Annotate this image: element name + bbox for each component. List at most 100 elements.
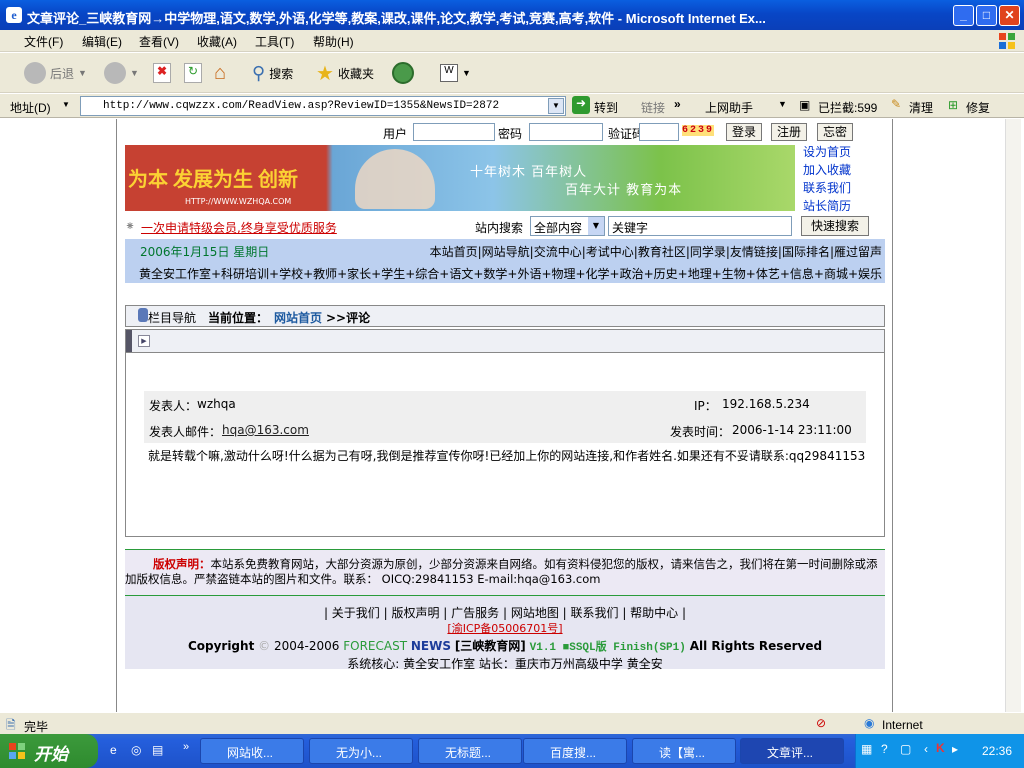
tray-icon-3[interactable]: ▢	[900, 742, 911, 756]
register-button[interactable]: 注册	[771, 123, 807, 141]
go-arrow-icon[interactable]: ➜	[572, 96, 590, 114]
repair-button[interactable]: 修复	[966, 99, 990, 116]
task-button-5[interactable]: 读【寓...	[632, 738, 736, 764]
history-button[interactable]	[392, 60, 414, 86]
start-button[interactable]: 开始	[0, 734, 98, 768]
expand-icon[interactable]: ▶	[138, 335, 150, 347]
captcha-input[interactable]	[639, 123, 679, 141]
tray-icon-1[interactable]: ▦	[861, 742, 872, 756]
admin-bio-link[interactable]: 站长简历	[803, 197, 851, 215]
login-row: 用户 密码 验证码 6239 登录 注册 忘密	[125, 121, 885, 143]
add-favorite-link[interactable]: 加入收藏	[803, 161, 851, 179]
current-date: 2006年1月15日 星期日	[140, 245, 270, 259]
task-button-3[interactable]: 无标题...	[418, 738, 522, 764]
menu-tools[interactable]: 工具(T)	[255, 33, 294, 50]
task-button-4[interactable]: 百度搜...	[523, 738, 627, 764]
top-nav-links[interactable]: 本站首页|网站导航|交流中心|考试中心|教育社区|同学录|友情链接|国际排名|雁…	[430, 243, 882, 260]
comment-time: 2006-1-14 23:11:00	[732, 423, 852, 437]
banner-url: HTTP://WWW.WZHQA.COM	[185, 197, 292, 206]
helper-button[interactable]: 上网助手	[705, 99, 753, 116]
forgot-button[interactable]: 忘密	[817, 123, 853, 141]
search-button[interactable]: ⚲ 搜索	[252, 60, 293, 86]
history-icon	[392, 62, 414, 84]
help-tray-icon[interactable]: ?	[881, 742, 888, 756]
home-button[interactable]: ⌂	[214, 60, 226, 86]
stop-icon: ✖	[153, 63, 171, 83]
tray-icon-5[interactable]: ▸	[952, 742, 958, 756]
promo-link[interactable]: 一次申请特级会员,终身享受优质服务	[141, 219, 337, 236]
system-tray: ▦ ? ▢ ‹ K ▸ 22:36	[855, 734, 1024, 768]
clean-button[interactable]: 清理	[909, 99, 933, 116]
chevron-down-icon[interactable]: ▼	[778, 99, 787, 109]
zone-text: Internet	[882, 718, 923, 732]
menu-help[interactable]: 帮助(H)	[313, 33, 354, 50]
ip-label: IP：	[694, 399, 717, 413]
site-banner: 为本 发展为生 创新 HTTP://WWW.WZHQA.COM 十年树木 百年树…	[125, 145, 795, 211]
breadcrumb-home-link[interactable]: 网站首页	[274, 309, 322, 326]
password-input[interactable]	[529, 123, 603, 141]
author-email-link[interactable]: hqa@163.com	[222, 423, 309, 437]
system-core: 系统核心: 黄全安工作室 站长：重庆市万州高级中学 黄全安	[347, 657, 663, 671]
address-bar: 地址(D) ▼ http://www.cqwzzx.com/ReadView.a…	[0, 94, 1024, 118]
refresh-button[interactable]: ↻	[184, 60, 202, 86]
forward-button[interactable]: ▼	[104, 60, 139, 86]
address-input[interactable]: http://www.cqwzzx.com/ReadView.asp?Revie…	[80, 96, 566, 116]
comment-ip: 192.168.5.234	[722, 397, 810, 411]
menu-file[interactable]: 文件(F)	[24, 33, 63, 50]
scrollbar[interactable]	[1005, 119, 1021, 712]
status-text: 完毕	[24, 720, 49, 734]
stop-button[interactable]: ✖	[153, 60, 171, 86]
search-input[interactable]: 关键字	[608, 216, 792, 236]
address-dropdown-button[interactable]: ▼	[548, 98, 564, 114]
go-button[interactable]: 转到	[594, 99, 618, 116]
set-homepage-link[interactable]: 设为首页	[803, 143, 851, 161]
email-label: 发表人邮件：	[149, 425, 222, 439]
comment-text: 就是转载个嘛,激动什么呀!什么据为己有呀,我倒是推荐宣传你呀!已经加上你的网站连…	[148, 449, 866, 463]
k-tray-icon[interactable]: K	[936, 741, 945, 755]
quick-search-button[interactable]: 快速搜索	[801, 216, 869, 236]
footer-links[interactable]: | 关于我们 | 版权声明 | 广告服务 | 网站地图 | 联系我们 | 帮助中…	[125, 604, 885, 621]
close-button[interactable]: ✕	[999, 5, 1020, 26]
windows-logo-icon	[9, 743, 25, 759]
task-button-1[interactable]: 网站收...	[200, 738, 304, 764]
chevron-left-icon[interactable]: ‹	[924, 742, 928, 756]
copyright-symbol: ©	[258, 639, 274, 653]
menu-favorites[interactable]: 收藏(A)	[197, 33, 237, 50]
icp-link[interactable]: [渝ICP备05006701号]	[447, 622, 562, 635]
chevron-down-icon: ▼	[588, 217, 604, 235]
author-label: 发表人：	[149, 399, 198, 413]
taskbar: 开始 e ◎ ▤ » 网站收... 无为小... 无标题... 百度搜... 读…	[0, 734, 1024, 768]
maximize-button[interactable]: □	[976, 5, 997, 26]
banner-slogan-2: 百年大计 教育为本	[565, 183, 683, 198]
window-titlebar: e 文章评论_三峡教育网→中学物理,语文,数学,外语,化学等,教案,课改,课件,…	[0, 0, 1024, 30]
chevron-right-icon[interactable]: »	[183, 741, 189, 753]
category-links[interactable]: 黄全安工作室+科研培训+学校+教师+家长+学生+综合+语文+数学+外语+物理+化…	[139, 265, 882, 282]
menu-view[interactable]: 查看(V)	[139, 33, 179, 50]
broom-icon: ✎	[891, 97, 902, 111]
menu-edit[interactable]: 编辑(E)	[82, 33, 122, 50]
back-button[interactable]: 后退 ▼	[24, 60, 87, 86]
favorites-button[interactable]: ★ 收藏夹	[316, 60, 374, 86]
chevron-right-icon[interactable]: »	[674, 97, 681, 111]
media-quicklaunch-icon[interactable]: ◎	[131, 743, 141, 757]
copyright-notice: 版权声明：本站系免费教育网站，大部分资源为原创，少部分资源来自网络。如有资料侵犯…	[125, 549, 885, 596]
app-quicklaunch-icon[interactable]: ▤	[152, 743, 163, 757]
login-button[interactable]: 登录	[726, 123, 762, 141]
copyright-line: Copyright © 2004-2006 FORECAST NEWS [三峡教…	[187, 639, 823, 654]
links-button[interactable]: 链接	[641, 99, 665, 116]
copyright-title: 版权声明：	[153, 557, 211, 571]
minimize-button[interactable]: _	[953, 5, 974, 26]
window-title: 文章评论_三峡教育网→中学物理,语文,数学,外语,化学等,教案,课改,课件,论文…	[27, 11, 766, 26]
task-button-6[interactable]: 文章评...	[740, 738, 844, 764]
chevron-down-icon[interactable]: ▼	[62, 100, 70, 109]
search-scope-select[interactable]: 全部内容 ▼	[530, 216, 605, 236]
task-button-2[interactable]: 无为小...	[309, 738, 413, 764]
blocked-count[interactable]: 已拦截:599	[818, 99, 877, 116]
ie-quicklaunch-icon[interactable]: e	[110, 743, 117, 757]
clock: 22:36	[982, 744, 1013, 758]
section-header: ▶	[125, 329, 885, 353]
contact-link[interactable]: 联系我们	[803, 179, 851, 197]
privacy-icon: ⊘	[816, 716, 827, 730]
edit-button[interactable]: W ▼	[440, 60, 471, 86]
username-input[interactable]	[413, 123, 495, 141]
